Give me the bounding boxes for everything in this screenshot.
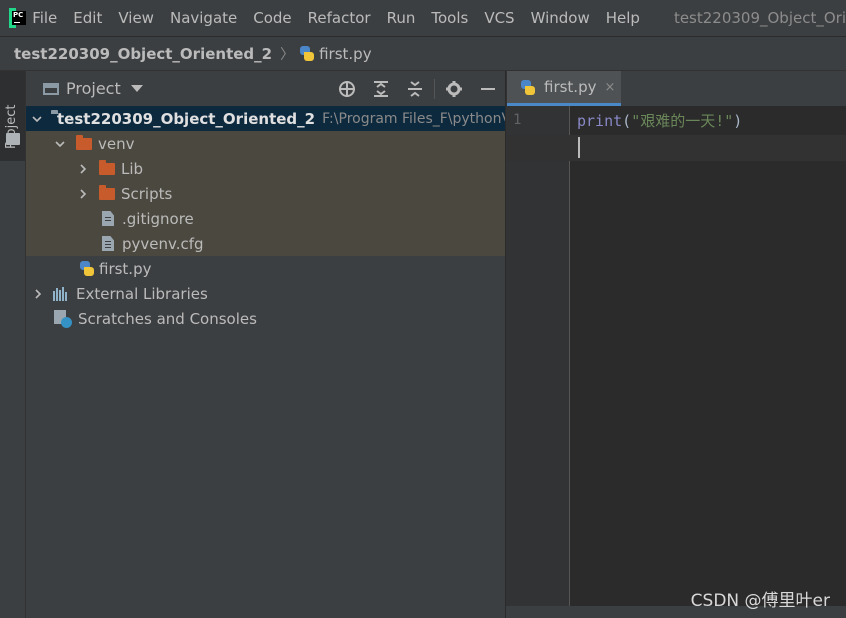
close-icon[interactable]: × — [604, 80, 615, 95]
collapse-all-icon[interactable] — [398, 71, 432, 106]
minus-icon[interactable] — [471, 71, 505, 106]
folder-icon — [76, 134, 92, 150]
paren-open: ( — [622, 112, 632, 130]
folder-icon — [99, 184, 115, 200]
tree-scratches-label: Scratches and Consoles — [78, 309, 257, 328]
line-number: 1 — [513, 112, 522, 128]
library-icon — [53, 286, 69, 301]
breadcrumb-separator: 〉 — [280, 46, 295, 63]
breadcrumb-file-label: first.py — [319, 44, 372, 63]
tree-external-libraries-label: External Libraries — [76, 284, 208, 303]
menu-file[interactable]: File — [24, 9, 65, 27]
tree-row-venv[interactable]: venv — [26, 131, 505, 156]
text-caret — [578, 137, 580, 158]
project-panel-header: Project — [26, 71, 505, 106]
tree-row-gitignore[interactable]: .gitignore — [26, 206, 505, 231]
window-title: test220309_Object_Ori — [673, 9, 846, 27]
expand-all-icon[interactable] — [364, 71, 398, 106]
menu-run[interactable]: Run — [379, 9, 424, 27]
ignored-file-icon — [102, 211, 114, 226]
scratches-icon — [54, 309, 72, 328]
left-tool-strip: Project — [0, 71, 26, 618]
breadcrumb-project[interactable]: test220309_Object_Oriented_2 — [14, 45, 272, 63]
tree-first-py-label: first.py — [99, 259, 152, 278]
project-view-selector[interactable]: Project — [66, 79, 121, 98]
tree-row-external-libraries[interactable]: External Libraries — [26, 281, 505, 306]
menu-view[interactable]: View — [110, 9, 162, 27]
tree-scripts-label: Scripts — [121, 184, 173, 203]
code-line-1[interactable]: print("艰难的一天!") — [577, 110, 742, 131]
tree-pyvenv-label: pyvenv.cfg — [122, 234, 204, 253]
crosshair-icon[interactable] — [330, 71, 364, 106]
project-window-icon — [43, 82, 59, 95]
tree-venv-label: venv — [98, 134, 135, 153]
code-editor[interactable] — [570, 106, 846, 618]
tab-first-py[interactable]: first.py × — [507, 71, 621, 106]
paren-close: ) — [733, 112, 743, 130]
watermark: CSDN @傅里叶er — [690, 591, 830, 611]
menu-code[interactable]: Code — [245, 9, 299, 27]
builtin-print: print — [577, 112, 623, 130]
tree-row-first-py[interactable]: first.py — [26, 256, 505, 281]
folder-icon — [6, 133, 20, 145]
current-line-highlight — [506, 135, 846, 161]
menu-refactor[interactable]: Refactor — [300, 9, 379, 27]
tree-row-root[interactable]: test220309_Object_Oriented_2 F:\Program … — [26, 106, 505, 131]
chevron-down-icon[interactable] — [53, 137, 67, 151]
tree-row-scripts[interactable]: Scripts — [26, 181, 505, 206]
menu-help[interactable]: Help — [598, 9, 648, 27]
python-file-icon — [521, 79, 535, 95]
tab-first-py-label: first.py — [544, 78, 597, 96]
tree-root-path: F:\Program Files_F\pythonV — [322, 110, 505, 127]
string-literal: "艰难的一天!" — [631, 112, 734, 130]
tree-row-lib[interactable]: Lib — [26, 156, 505, 181]
tree-root-label: test220309_Object_Oriented_2 — [57, 109, 316, 128]
tree-row-pyvenv[interactable]: pyvenv.cfg — [26, 231, 505, 256]
menu-bar: PC File Edit View Navigate Code Refactor… — [0, 0, 846, 36]
menu-window[interactable]: Window — [523, 9, 598, 27]
pycharm-logo-icon: PC — [9, 8, 26, 28]
python-file-icon — [300, 46, 315, 61]
gear-icon[interactable] — [437, 71, 471, 106]
chevron-down-icon[interactable] — [130, 85, 143, 92]
line-number-gutter: 1 2 — [506, 106, 570, 618]
config-file-icon — [102, 236, 114, 251]
menu-tools[interactable]: Tools — [423, 9, 476, 27]
editor-tab-bar: first.py × — [506, 71, 846, 106]
tree-gitignore-label: .gitignore — [122, 209, 194, 228]
chevron-right-icon[interactable] — [76, 162, 90, 176]
menu-edit[interactable]: Edit — [65, 9, 110, 27]
chevron-right-icon[interactable] — [31, 287, 45, 301]
breadcrumb: test220309_Object_Oriented_2 〉 first.py — [0, 37, 846, 71]
menu-vcs[interactable]: VCS — [476, 9, 522, 27]
chevron-right-icon[interactable] — [76, 187, 90, 201]
chevron-down-icon[interactable] — [31, 112, 43, 126]
breadcrumb-file[interactable]: first.py — [300, 44, 372, 63]
project-tool-tab[interactable]: Project — [0, 71, 25, 161]
folder-icon — [99, 159, 115, 175]
toolbar-divider — [434, 78, 435, 99]
project-tree: test220309_Object_Oriented_2 F:\Program … — [26, 106, 505, 618]
menu-navigate[interactable]: Navigate — [162, 9, 245, 27]
tree-row-scratches[interactable]: Scratches and Consoles — [26, 306, 505, 331]
python-file-icon — [80, 261, 94, 276]
tree-lib-label: Lib — [121, 159, 144, 178]
